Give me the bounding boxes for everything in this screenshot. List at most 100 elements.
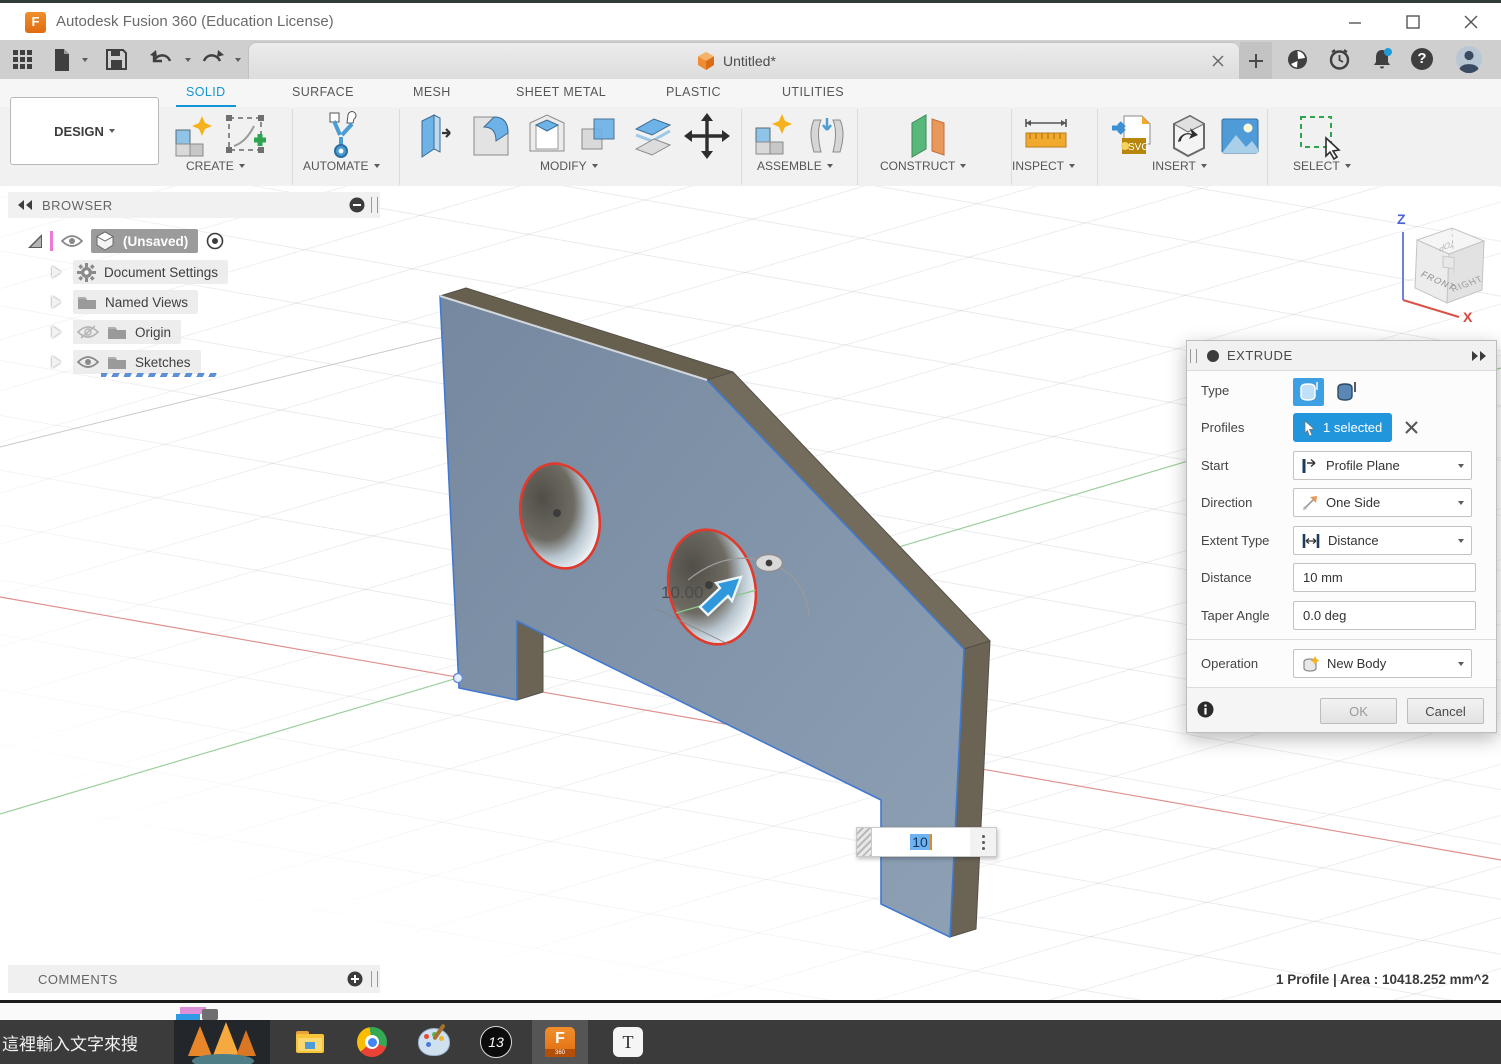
redo-caret[interactable] bbox=[235, 58, 241, 62]
tab-solid[interactable]: SOLID bbox=[176, 79, 236, 108]
document-tab-close-icon[interactable] bbox=[1211, 54, 1225, 68]
assemble-group-label[interactable]: ASSEMBLE bbox=[757, 159, 833, 173]
browser-item-origin[interactable]: Origin bbox=[52, 320, 181, 344]
taskbar-paint[interactable] bbox=[412, 1020, 456, 1064]
new-component-icon[interactable] bbox=[752, 112, 796, 160]
browser-resize-handle[interactable] bbox=[371, 197, 378, 213]
save-icon[interactable] bbox=[106, 49, 127, 70]
hidden-eye-icon[interactable] bbox=[77, 324, 99, 340]
construct-group-label[interactable]: CONSTRUCT bbox=[880, 159, 966, 173]
tab-sheet-metal[interactable]: SHEET METAL bbox=[506, 79, 616, 105]
browser-minimize-icon[interactable] bbox=[349, 197, 365, 213]
dialog-drag-handle[interactable] bbox=[1190, 349, 1197, 363]
clear-selection-icon[interactable] bbox=[1404, 420, 1419, 435]
modify-group-label[interactable]: MODIFY bbox=[540, 159, 598, 173]
taskbar-circle-app[interactable]: 13 bbox=[474, 1020, 518, 1064]
info-icon[interactable] bbox=[1197, 701, 1214, 718]
undo-caret[interactable] bbox=[185, 58, 191, 62]
app-grid-menu-icon[interactable] bbox=[12, 49, 34, 71]
add-comment-icon[interactable] bbox=[347, 971, 363, 987]
root-expander-icon[interactable] bbox=[26, 232, 44, 250]
browser-header[interactable]: BROWSER bbox=[8, 192, 380, 218]
extent-type-dropdown[interactable]: Distance bbox=[1293, 526, 1472, 555]
viewcube-corner[interactable] bbox=[1443, 256, 1454, 269]
extrude-dialog-header[interactable]: EXTRUDE bbox=[1187, 341, 1496, 371]
insert-group-label[interactable]: INSERT bbox=[1152, 159, 1207, 173]
dialog-collapse-icon[interactable] bbox=[1470, 350, 1488, 362]
measure-icon[interactable] bbox=[1020, 115, 1072, 157]
automate-group-label[interactable]: AUTOMATE bbox=[303, 159, 380, 173]
comments-bar[interactable]: COMMENTS bbox=[8, 965, 380, 993]
undo-icon[interactable] bbox=[149, 49, 173, 70]
close-button[interactable] bbox=[1456, 11, 1486, 33]
direction-dropdown[interactable]: One Side bbox=[1293, 488, 1472, 517]
insert-svg-icon[interactable]: SVG bbox=[1110, 112, 1154, 160]
dimension-options-menu[interactable] bbox=[970, 828, 996, 856]
browser-item-named-views[interactable]: Named Views bbox=[52, 290, 198, 314]
origin-point[interactable] bbox=[454, 674, 463, 683]
document-tab[interactable]: Untitled* bbox=[248, 42, 1240, 80]
combine-icon[interactable] bbox=[576, 111, 622, 161]
expander-icon[interactable] bbox=[52, 326, 61, 338]
shell-icon[interactable] bbox=[524, 111, 570, 161]
profiles-selected-button[interactable]: 1 selected bbox=[1293, 413, 1392, 442]
ok-button[interactable]: OK bbox=[1320, 698, 1397, 724]
new-document-tab-button[interactable] bbox=[1240, 42, 1272, 79]
taper-angle-input[interactable]: 0.0 deg bbox=[1293, 601, 1476, 630]
user-avatar[interactable] bbox=[1455, 45, 1483, 73]
create-sketch-icon[interactable] bbox=[224, 112, 270, 160]
expander-icon[interactable] bbox=[52, 356, 61, 368]
file-menu-icon[interactable] bbox=[52, 48, 72, 72]
rotate-handle[interactable] bbox=[756, 555, 783, 572]
help-icon[interactable]: ? bbox=[1411, 48, 1433, 70]
canvas-image-icon[interactable] bbox=[1218, 113, 1262, 159]
tab-plastic[interactable]: PLASTIC bbox=[656, 79, 731, 105]
taskbar-chrome[interactable] bbox=[350, 1020, 394, 1064]
expander-icon[interactable] bbox=[52, 266, 61, 278]
job-status-clock-icon[interactable] bbox=[1328, 48, 1351, 71]
maximize-button[interactable] bbox=[1398, 11, 1428, 33]
taskbar-search-box[interactable]: 這裡輸入文字來搜 bbox=[0, 1030, 174, 1055]
inspect-group-label[interactable]: INSPECT bbox=[1012, 159, 1075, 173]
automate-icon[interactable] bbox=[318, 111, 364, 161]
operation-dropdown[interactable]: New Body bbox=[1293, 649, 1472, 678]
browser-item-document-settings[interactable]: Document Settings bbox=[52, 260, 228, 284]
tab-surface[interactable]: SURFACE bbox=[282, 79, 364, 105]
root-selected-item[interactable]: (Unsaved) bbox=[91, 229, 198, 253]
browser-collapse-icon[interactable] bbox=[16, 199, 36, 211]
tab-mesh[interactable]: MESH bbox=[403, 79, 461, 105]
dimension-input-box[interactable]: 10 bbox=[856, 827, 997, 857]
dimension-drag-handle[interactable] bbox=[857, 828, 872, 856]
press-pull-icon[interactable] bbox=[414, 111, 458, 161]
notifications-bell-icon[interactable] bbox=[1370, 47, 1394, 72]
tab-utilities[interactable]: UTILITIES bbox=[772, 79, 854, 105]
root-visibility-eye-icon[interactable] bbox=[61, 234, 83, 248]
extensions-icon[interactable] bbox=[1286, 48, 1309, 71]
browser-item-sketches[interactable]: Sketches bbox=[52, 350, 201, 374]
browser-root-row[interactable]: (Unsaved) bbox=[26, 229, 366, 253]
select-icon[interactable] bbox=[1296, 112, 1346, 162]
move-copy-icon[interactable] bbox=[684, 113, 730, 159]
select-group-label[interactable]: SELECT bbox=[1293, 159, 1351, 173]
redo-icon[interactable] bbox=[201, 49, 225, 70]
file-menu-caret[interactable] bbox=[82, 58, 88, 62]
view-cube[interactable]: Z X FRONT RIGHT TOP bbox=[1385, 196, 1501, 322]
distance-input[interactable]: 10 mm bbox=[1293, 563, 1476, 592]
taskbar-typora[interactable]: T bbox=[606, 1020, 650, 1064]
joint-icon[interactable] bbox=[806, 112, 848, 160]
expander-icon[interactable] bbox=[52, 296, 61, 308]
fillet-icon[interactable] bbox=[468, 111, 514, 161]
design-workspace-dropdown[interactable]: DESIGN bbox=[10, 97, 159, 165]
minimize-button[interactable] bbox=[1340, 11, 1370, 33]
type-thin-extrude-button[interactable] bbox=[1330, 378, 1361, 406]
search-highlight-image[interactable] bbox=[174, 1020, 270, 1064]
create-form-icon[interactable] bbox=[172, 112, 214, 160]
cancel-button[interactable]: Cancel bbox=[1407, 698, 1484, 724]
insert-mesh-icon[interactable] bbox=[1164, 112, 1208, 160]
offset-face-icon[interactable] bbox=[628, 111, 676, 161]
taskbar-fusion-360[interactable]: F 360 bbox=[532, 1020, 588, 1064]
dimension-input[interactable]: 10 bbox=[872, 828, 970, 856]
type-solid-extrude-button[interactable] bbox=[1293, 378, 1324, 406]
activate-component-radio[interactable] bbox=[206, 232, 224, 250]
visible-eye-icon[interactable] bbox=[77, 355, 99, 369]
